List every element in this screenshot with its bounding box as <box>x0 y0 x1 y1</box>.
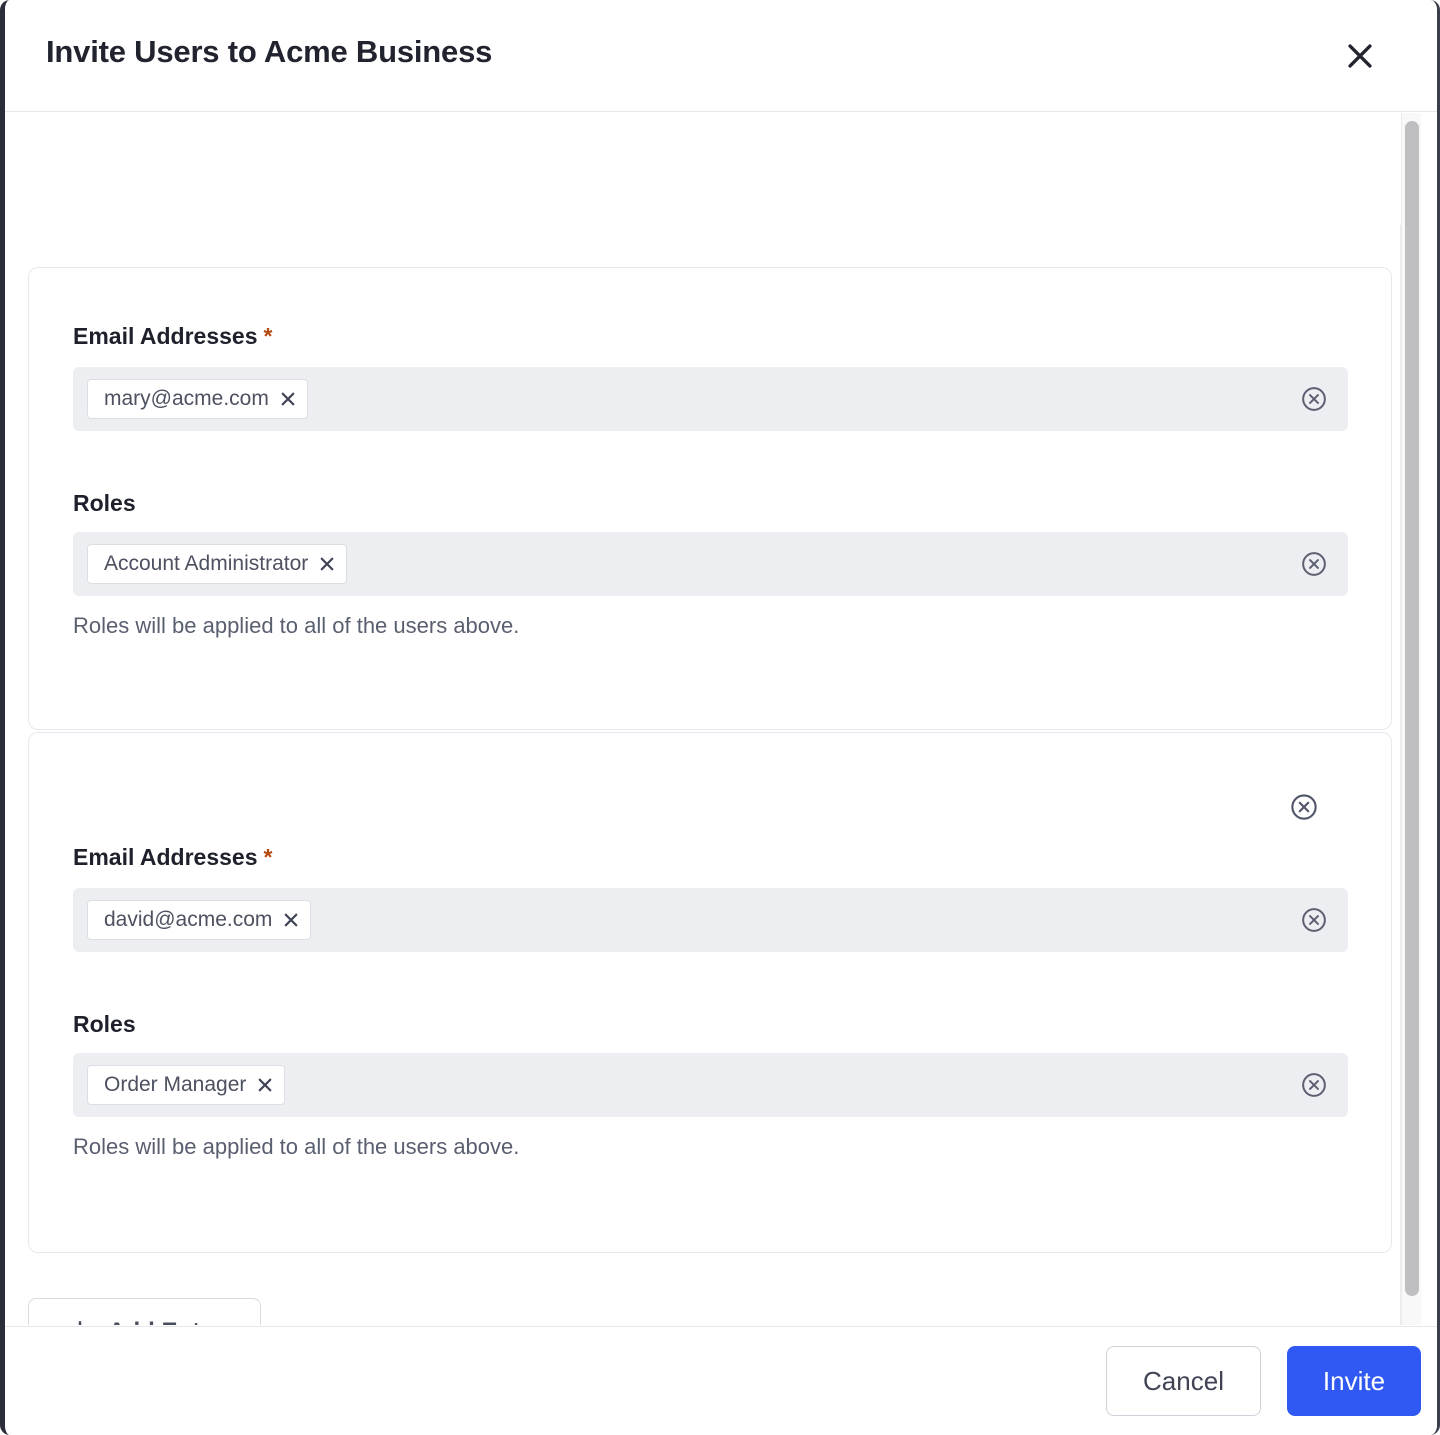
cancel-button[interactable]: Cancel <box>1106 1346 1261 1416</box>
remove-email-chip-icon[interactable] <box>269 380 307 418</box>
clear-email-field-icon[interactable] <box>1300 906 1328 934</box>
roles-label: Roles <box>73 1011 136 1037</box>
email-addresses-input[interactable]: mary@acme.com <box>73 367 1348 431</box>
page-title: Invite Users to Acme Business <box>46 34 493 69</box>
roles-helper-text: Roles will be applied to all of the user… <box>73 613 520 638</box>
remove-role-chip-icon[interactable] <box>308 545 346 583</box>
clear-roles-field-icon[interactable] <box>1300 1071 1328 1099</box>
role-chip-label: Order Manager <box>104 1073 247 1096</box>
roles-input[interactable]: Order Manager <box>73 1053 1348 1117</box>
roles-input[interactable]: Account Administrator <box>73 532 1348 596</box>
role-chip[interactable]: Account Administrator <box>87 544 348 584</box>
email-chip[interactable]: david@acme.com <box>87 900 312 940</box>
role-chip-label: Account Administrator <box>104 552 309 575</box>
required-indicator: * <box>263 844 273 870</box>
required-indicator: * <box>263 323 273 349</box>
remove-role-chip-icon[interactable] <box>246 1066 284 1104</box>
clear-roles-field-icon[interactable] <box>1300 550 1328 578</box>
dialog-header: Invite Users to Acme Business <box>5 0 1437 112</box>
email-chip-label: mary@acme.com <box>104 387 269 410</box>
dialog-body: Email Addresses * mary@acme.com Roles Ac… <box>5 112 1437 1325</box>
roles-helper-text: Roles will be applied to all of the user… <box>73 1134 520 1159</box>
email-chip-label: david@acme.com <box>104 908 273 931</box>
email-addresses-label: Email Addresses * <box>73 323 273 349</box>
close-icon <box>1343 39 1377 73</box>
plus-icon <box>66 1317 94 1325</box>
add-entry-button[interactable]: Add Entry <box>28 1298 261 1325</box>
remove-entry-button[interactable] <box>1289 792 1319 822</box>
invite-entry-card: Email Addresses * david@acme.com Roles O… <box>28 732 1392 1253</box>
roles-label: Roles <box>73 490 136 516</box>
invite-users-dialog: Invite Users to Acme Business Email Addr… <box>0 0 1440 1435</box>
role-chip[interactable]: Order Manager <box>87 1065 286 1105</box>
invite-button[interactable]: Invite <box>1287 1346 1421 1416</box>
scrollbar-thumb[interactable] <box>1405 121 1419 1296</box>
dialog-footer: Cancel Invite <box>5 1326 1437 1435</box>
entries-area: Email Addresses * mary@acme.com Roles Ac… <box>5 112 1414 1325</box>
email-addresses-input[interactable]: david@acme.com <box>73 888 1348 952</box>
vertical-scrollbar[interactable] <box>1401 113 1421 1325</box>
clear-email-field-icon[interactable] <box>1300 385 1328 413</box>
email-chip[interactable]: mary@acme.com <box>87 379 308 419</box>
invite-entry-card: Email Addresses * mary@acme.com Roles Ac… <box>28 267 1392 730</box>
remove-email-chip-icon[interactable] <box>272 901 310 939</box>
email-addresses-label: Email Addresses * <box>73 844 273 870</box>
add-entry-label: Add Entry <box>108 1318 223 1325</box>
close-dialog-button[interactable] <box>1338 34 1382 78</box>
